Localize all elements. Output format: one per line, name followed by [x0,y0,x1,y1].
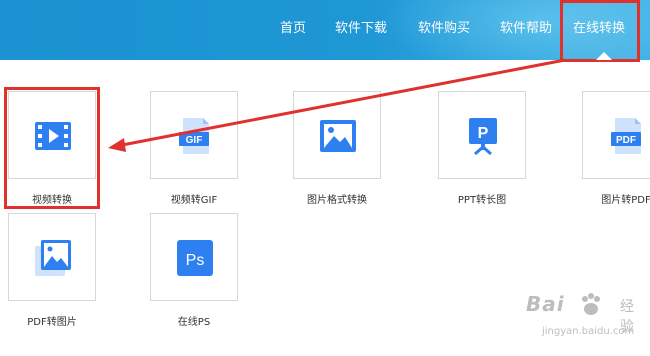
svg-text:GIF: GIF [186,135,203,146]
tool-label-image-to-pdf: 图片转PDF [601,195,650,206]
watermark-brand: Bai [526,292,565,316]
tool-tile-video-to-gif[interactable]: GIF [150,91,238,179]
nav-item-download[interactable]: 软件下载 [335,18,387,40]
svg-text:P: P [478,125,489,142]
pdf-to-image-icon [35,240,71,276]
nav-active-caret [596,52,612,60]
baidu-watermark: Bai 经验 jingyan.baidu.com [520,286,646,348]
nav-item-help[interactable]: 软件帮助 [500,18,552,40]
tool-label-video-to-gif: 视频转GIF [170,195,218,206]
nav-item-home[interactable]: 首页 [280,18,306,40]
tool-tile-image-format[interactable] [293,91,381,179]
tool-tile-pdf-to-image[interactable] [8,213,96,301]
watermark-url: jingyan.baidu.com [542,326,635,337]
gif-file-icon: GIF [179,118,209,154]
tool-tile-online-ps[interactable]: Ps [150,213,238,301]
nav-item-purchase[interactable]: 软件购买 [418,18,470,40]
svg-text:PDF: PDF [616,135,636,146]
tool-label-online-ps: 在线PS [177,317,211,328]
tool-label-image-format: 图片格式转换 [307,195,367,206]
nav-item-online-convert[interactable]: 在线转换 [573,18,625,40]
pdf-file-icon: PDF [611,118,641,154]
paw-logo-icon [582,293,600,315]
tool-tile-ppt-long-image[interactable]: P [438,91,526,179]
presentation-icon: P [469,118,497,156]
image-icon [320,120,356,152]
tool-tile-image-to-pdf[interactable]: PDF [582,91,650,179]
svg-text:Ps: Ps [186,252,205,269]
ps-icon: Ps [177,240,213,276]
tool-label-pdf-to-image: PDF转图片 [27,317,77,328]
tool-label-ppt-long-image: PPT转长图 [457,195,507,206]
header-banner [0,0,650,60]
annotation-highlight-box [4,87,100,209]
